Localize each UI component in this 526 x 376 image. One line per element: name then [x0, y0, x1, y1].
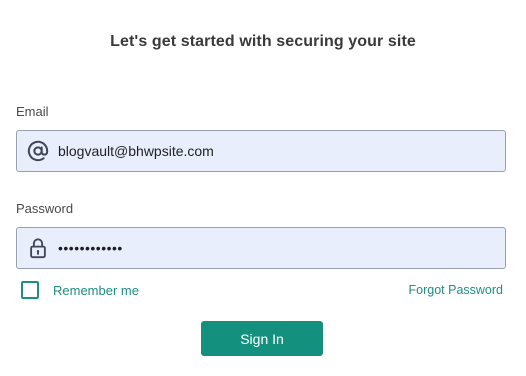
password-field-container[interactable]: [16, 227, 506, 269]
remember-me-option[interactable]: Remember me: [21, 281, 139, 299]
password-field[interactable]: [58, 228, 505, 268]
forgot-password-link[interactable]: Forgot Password: [409, 283, 503, 297]
lock-icon: [27, 237, 49, 259]
sign-in-button[interactable]: Sign In: [201, 321, 323, 356]
page-title: Let's get started with securing your sit…: [110, 33, 416, 50]
remember-me-checkbox[interactable]: [21, 281, 39, 299]
at-sign-icon: [27, 140, 49, 162]
email-field[interactable]: [58, 131, 505, 171]
password-label: Password: [16, 201, 74, 216]
email-field-container[interactable]: [16, 130, 506, 172]
email-label: Email: [16, 104, 49, 119]
login-page: Let's get started with securing your sit…: [0, 0, 526, 376]
remember-me-label[interactable]: Remember me: [53, 283, 139, 298]
